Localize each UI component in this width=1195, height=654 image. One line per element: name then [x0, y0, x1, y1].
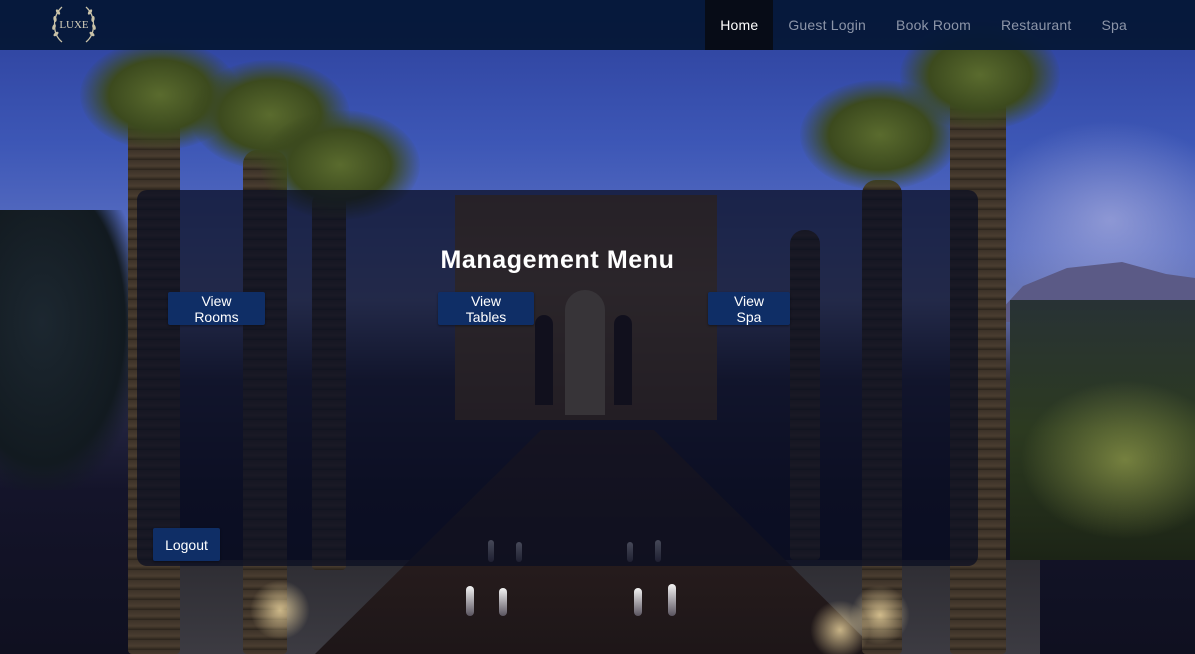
logout-button[interactable]: Logout [153, 528, 220, 561]
view-tables-button[interactable]: View Tables [438, 292, 534, 325]
nav-book-room[interactable]: Book Room [881, 0, 986, 50]
nav-spa[interactable]: Spa [1086, 0, 1142, 50]
nav-home[interactable]: Home [705, 0, 774, 50]
nav-guest-login[interactable]: Guest Login [773, 0, 881, 50]
nav-menu: Home Guest Login Book Room Restaurant Sp… [705, 0, 1142, 50]
top-navbar: LUXE Home Guest Login Book Room Restaura… [0, 0, 1195, 50]
management-panel: Management Menu View Rooms View Tables V… [137, 190, 978, 566]
nav-restaurant[interactable]: Restaurant [986, 0, 1086, 50]
panel-title: Management Menu [440, 246, 675, 274]
view-spa-button[interactable]: View Spa [708, 292, 790, 325]
laurel-wreath-logo-icon[interactable]: LUXE [46, 2, 102, 46]
view-rooms-button[interactable]: View Rooms [168, 292, 265, 325]
logo-text: LUXE [59, 19, 89, 31]
